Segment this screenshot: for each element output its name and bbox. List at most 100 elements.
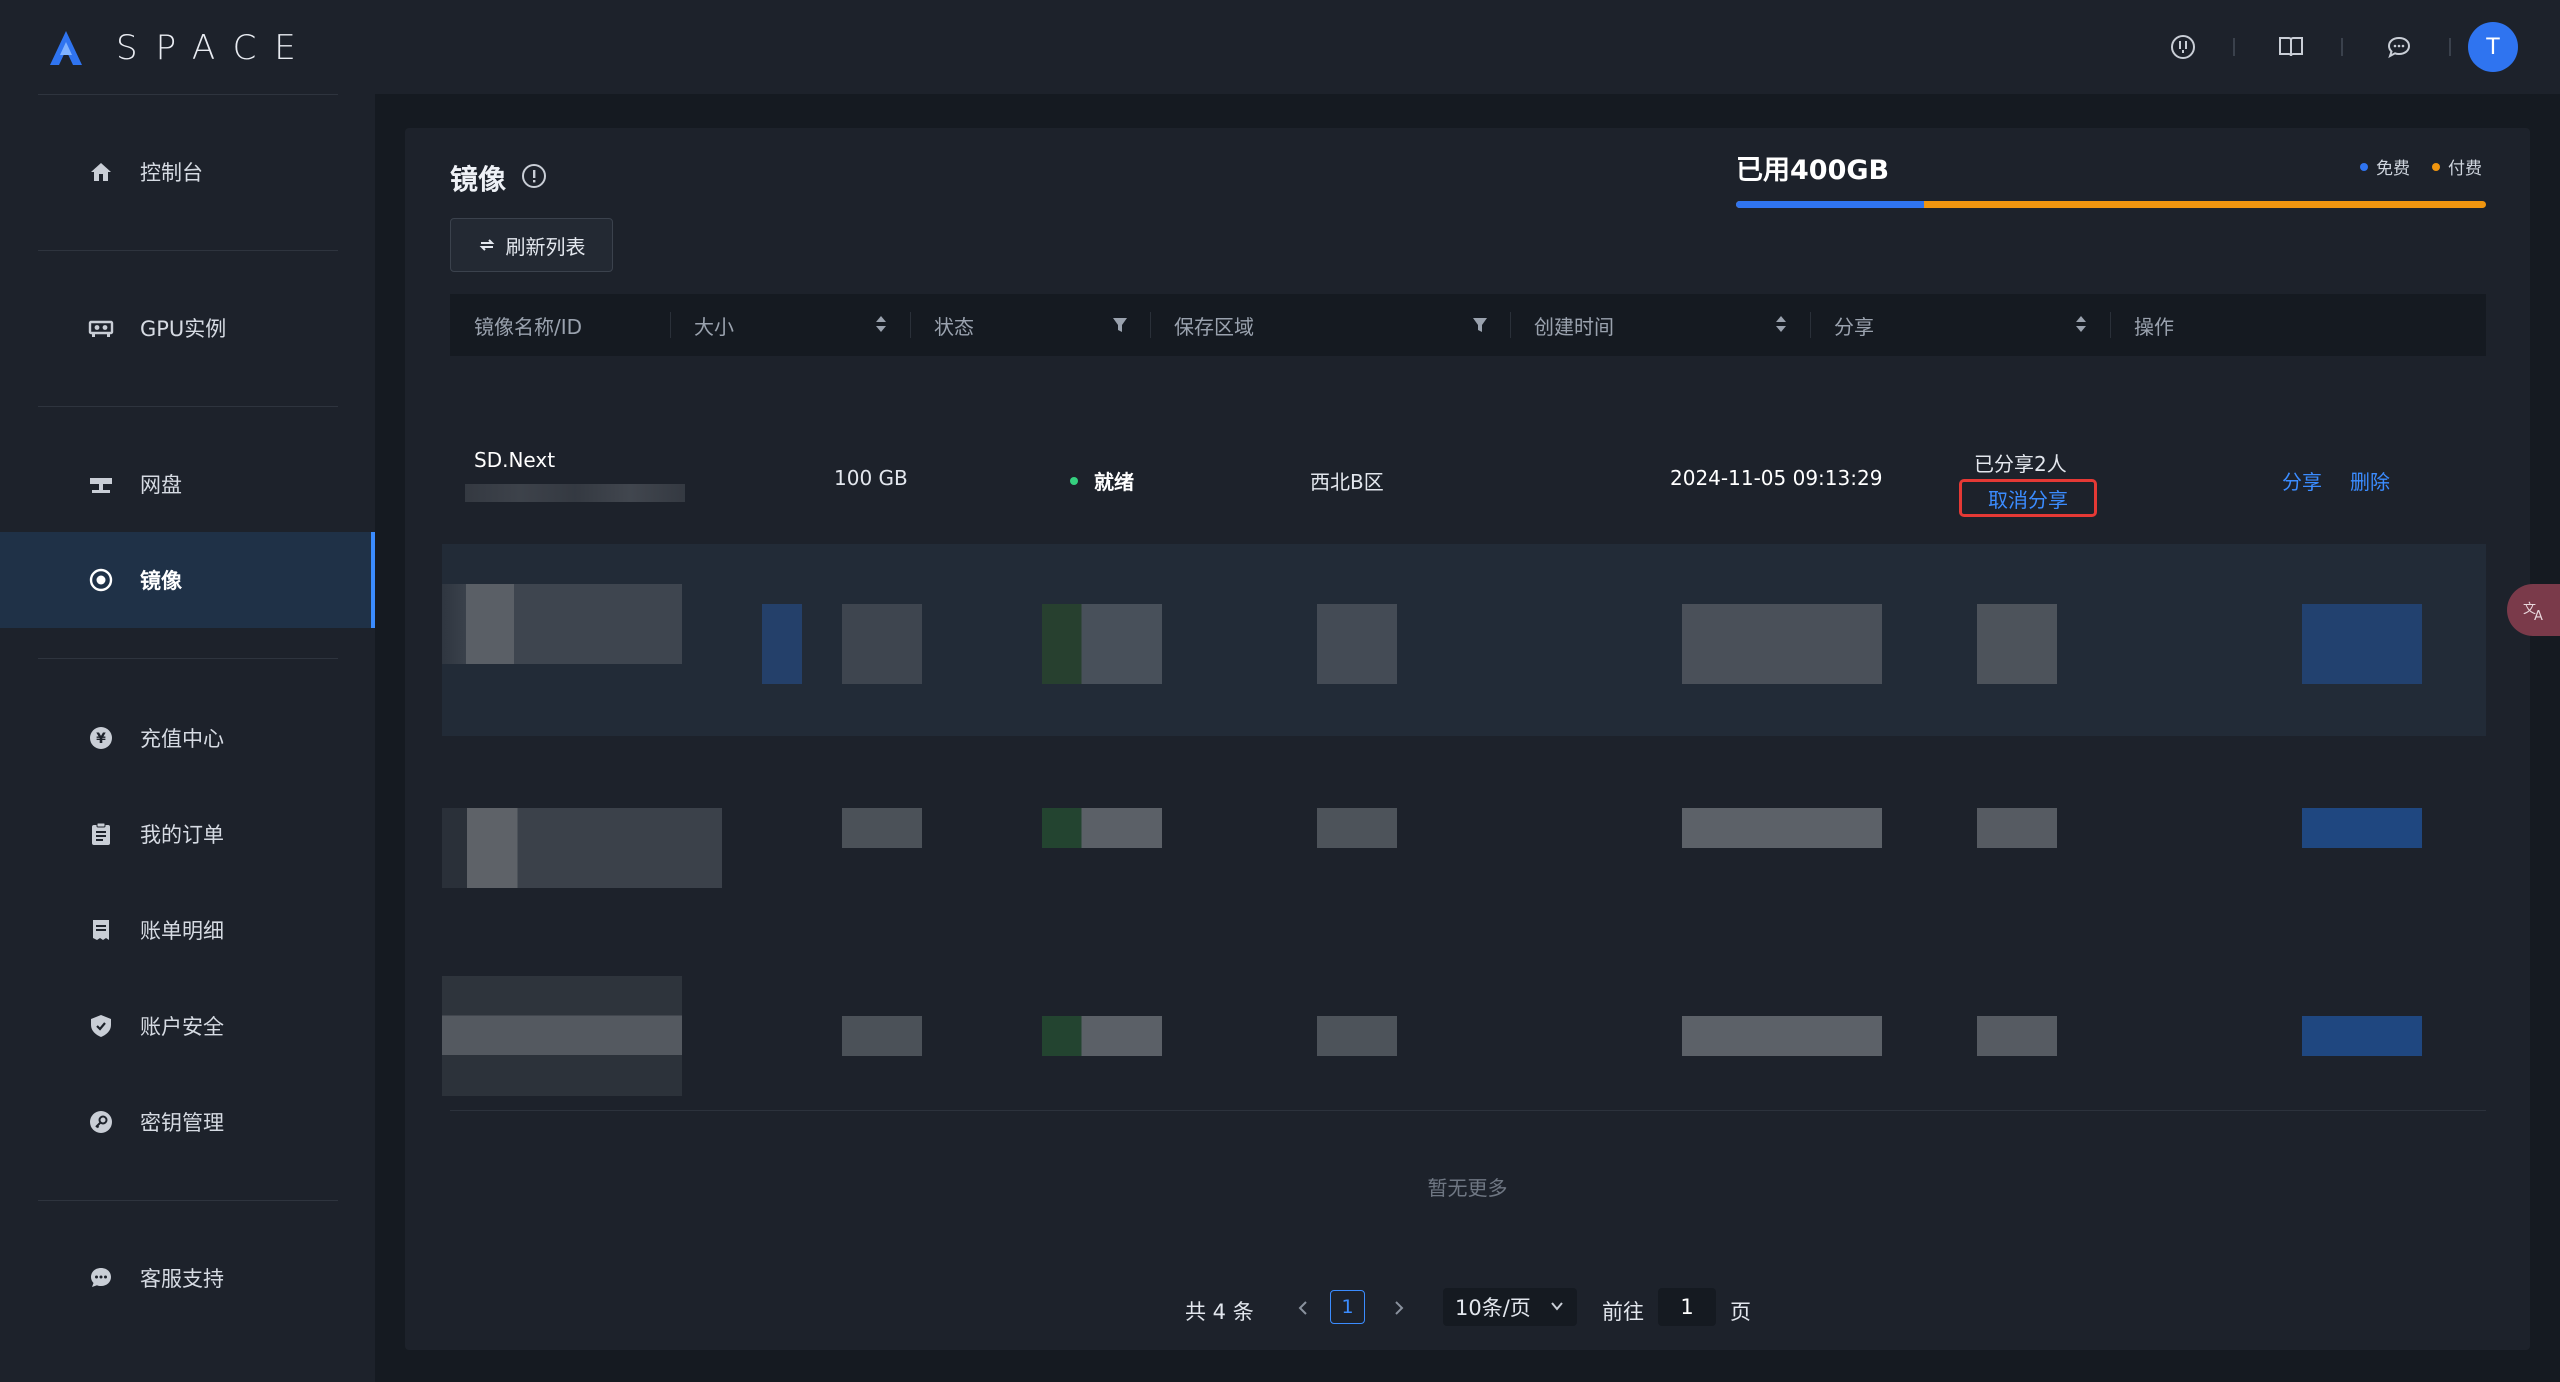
- refresh-icon: [478, 236, 496, 254]
- status-label: 就绪: [1094, 470, 1134, 494]
- bill-icon: [88, 917, 114, 943]
- user-avatar[interactable]: T: [2468, 22, 2518, 72]
- sidebar-item-label: 我的订单: [140, 823, 224, 847]
- sidebar-item-support[interactable]: 客服支持: [0, 1230, 375, 1326]
- col-status[interactable]: 状态: [910, 294, 1150, 356]
- unshare-link[interactable]: 取消分享: [1959, 479, 2097, 517]
- col-name: 镜像名称/ID: [450, 294, 670, 356]
- shared-count: 已分享2人: [1974, 452, 2067, 476]
- redacted-block: [1042, 808, 1162, 848]
- image-region: 西北B区: [1310, 470, 1384, 494]
- col-created[interactable]: 创建时间: [1510, 294, 1810, 356]
- sidebar-item-label: 客服支持: [140, 1267, 224, 1291]
- col-region[interactable]: 保存区域: [1150, 294, 1510, 356]
- pagination-total: 共 4 条: [1185, 1300, 1254, 1324]
- redacted-block: [2302, 1016, 2422, 1056]
- sidebar-item-console[interactable]: 控制台: [0, 124, 375, 220]
- redacted-block: [1317, 808, 1397, 848]
- redacted-block: [1317, 1016, 1397, 1056]
- table-row-redacted: [442, 976, 2486, 1106]
- header-separator: [2341, 38, 2343, 56]
- col-actions-label: 操作: [2134, 314, 2174, 339]
- table-row-redacted: [442, 808, 2486, 948]
- chat-icon: [88, 1265, 114, 1291]
- table-row-redacted: [442, 544, 2486, 736]
- home-icon: [88, 159, 114, 185]
- col-size-label: 大小: [694, 314, 734, 339]
- sidebar-item-label: 账单明细: [140, 919, 224, 943]
- legend-free: 免费: [2360, 154, 2410, 179]
- sidebar-item-label: 账户安全: [140, 1015, 224, 1039]
- redacted-block: [1317, 604, 1397, 684]
- redacted-block: [1682, 808, 1882, 848]
- share-action-link[interactable]: 分享: [2282, 466, 2322, 495]
- redacted-block: [1977, 808, 2057, 848]
- sidebar-item-key-management[interactable]: 密钥管理: [0, 1074, 375, 1170]
- table-row: SD.Next 100 GB 就绪 西北B区 2024-11-05 09:13:…: [450, 356, 2486, 542]
- filter-icon[interactable]: [1472, 316, 1488, 334]
- sidebar-item-orders[interactable]: 我的订单: [0, 786, 375, 882]
- page-size-select[interactable]: 10条/页: [1443, 1288, 1577, 1326]
- col-share[interactable]: 分享: [1810, 294, 2110, 356]
- page-number-button[interactable]: 1: [1330, 1290, 1365, 1324]
- sort-icon[interactable]: [874, 314, 888, 334]
- sidebar-divider: [38, 406, 338, 407]
- header-separator: [2233, 38, 2235, 56]
- redacted-block: [2302, 604, 2422, 684]
- legend-paid-label: 付费: [2448, 159, 2482, 179]
- image-created-time: 2024-11-05 09:13:29: [1670, 466, 1883, 490]
- page-size-value: 10条/页: [1455, 1296, 1531, 1320]
- sidebar-item-bills[interactable]: 账单明细: [0, 882, 375, 978]
- redacted-block: [2302, 808, 2422, 848]
- redacted-block: [842, 1016, 922, 1056]
- page-title: 镜像: [450, 163, 507, 196]
- goto-page-input[interactable]: [1658, 1288, 1716, 1326]
- sidebar-item-gpu-instances[interactable]: GPU实例: [0, 280, 375, 376]
- table-bottom-divider: [450, 1110, 2486, 1111]
- col-status-label: 状态: [934, 314, 974, 339]
- image-icon: [88, 567, 114, 593]
- space-logo-icon: [50, 31, 82, 65]
- delete-action-link[interactable]: 删除: [2350, 466, 2390, 495]
- sidebar-item-recharge[interactable]: ¥ 充值中心: [0, 690, 375, 786]
- cloud-drive-icon: [88, 471, 114, 497]
- brand-logo[interactable]: SPACE: [46, 28, 314, 68]
- yen-icon: ¥: [88, 725, 114, 751]
- redacted-block: [1682, 1016, 1882, 1056]
- redacted-block: [442, 584, 682, 664]
- col-region-label: 保存区域: [1174, 314, 1254, 339]
- storage-usage-free-segment: [1736, 201, 1924, 208]
- sort-icon[interactable]: [2074, 314, 2088, 334]
- col-size[interactable]: 大小: [670, 294, 910, 356]
- filter-icon[interactable]: [1112, 316, 1128, 334]
- chevron-right-icon: [1395, 1301, 1404, 1315]
- sort-icon[interactable]: [1774, 314, 1788, 334]
- storage-used-label: 已用400GB: [1736, 155, 1890, 186]
- next-page-button[interactable]: [1389, 1296, 1409, 1320]
- notice-icon[interactable]: [2169, 33, 2197, 61]
- key-icon: [88, 1109, 114, 1135]
- docs-book-icon[interactable]: [2277, 33, 2305, 61]
- refresh-list-button[interactable]: 刷新列表: [450, 218, 613, 272]
- sidebar-item-cloud-drive[interactable]: 网盘: [0, 436, 375, 532]
- svg-text:¥: ¥: [96, 731, 106, 747]
- sidebar-divider: [38, 1200, 338, 1201]
- message-icon[interactable]: [2385, 33, 2413, 61]
- sidebar: SPACE 控制台 GPU实例 网盘 镜像 ¥ 充值中心 我的订单 账单明细 账…: [0, 0, 375, 1382]
- svg-text:A: A: [2534, 609, 2543, 623]
- sidebar-divider: [38, 250, 338, 251]
- redacted-block: [842, 808, 922, 848]
- image-size: 100 GB: [834, 466, 908, 490]
- redacted-block: [1042, 1016, 1162, 1056]
- sidebar-item-account-security[interactable]: 账户安全: [0, 978, 375, 1074]
- translate-floating-button[interactable]: 文 A: [2507, 584, 2560, 636]
- order-icon: [88, 821, 114, 847]
- sidebar-item-label: 密钥管理: [140, 1111, 224, 1135]
- prev-page-button[interactable]: [1293, 1296, 1313, 1320]
- goto-unit: 页: [1730, 1300, 1751, 1324]
- info-icon[interactable]: [520, 162, 548, 190]
- sidebar-divider: [38, 658, 338, 659]
- sidebar-item-images[interactable]: 镜像: [0, 532, 375, 628]
- redacted-block: [1042, 604, 1162, 684]
- redacted-block: [442, 976, 682, 1096]
